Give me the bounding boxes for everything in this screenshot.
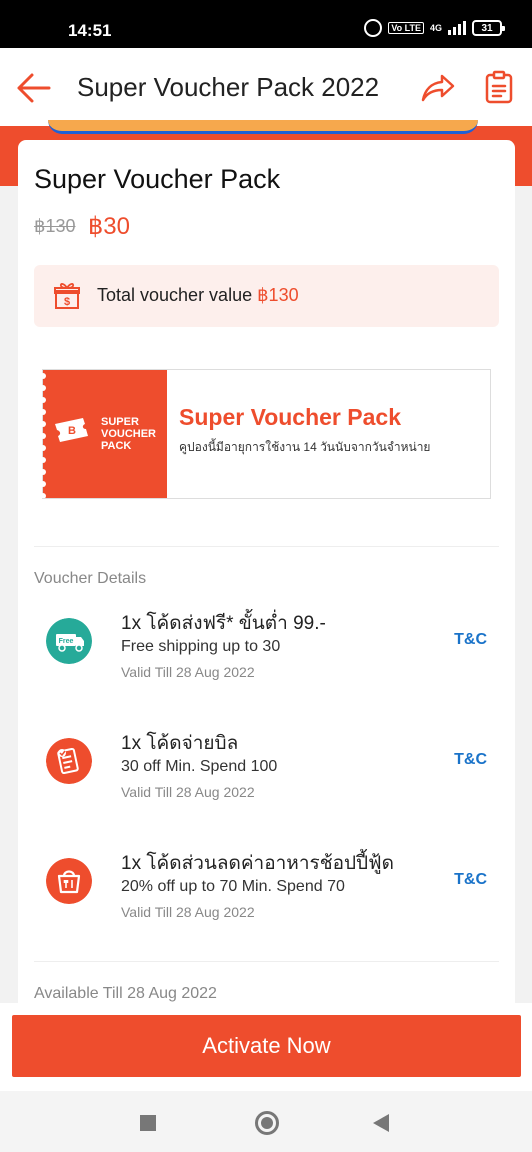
voucher-details-heading: Voucher Details [34,570,147,587]
food-delivery-icon [46,858,92,904]
voucher-item-food: 1x โค้ดส่วนลดค่าอาหารช้อปปี้ฟู้ด 20% off… [34,848,499,948]
total-value-label: Total voucher value [97,285,253,305]
tnc-link[interactable]: T&C [454,631,487,649]
promo-brand-text: SUPER VOUCHER PACK [101,416,156,452]
total-value-box: $ Total voucher value ฿130 [34,265,499,327]
total-value-text: Total voucher value ฿130 [97,285,299,306]
voucher-item-bill-payment: 1x โค้ดจ่ายบิล 30 off Min. Spend 100 Val… [34,728,499,828]
back-arrow-icon[interactable] [16,72,52,104]
status-time: 14:51 [68,21,112,40]
voucher-valid-date: Valid Till 28 Aug 2022 [121,784,255,800]
battery-level: 31 [481,22,493,34]
voucher-ticket-icon: B [55,418,88,442]
back-triangle-icon[interactable] [373,1114,389,1132]
voucher-pack-card: Super Voucher Pack ฿130 ฿30 $ Total vouc… [18,140,515,1010]
promo-subtitle: คูปองนี้มีอายุการใช้งาน 14 วันนับจากวันจ… [179,440,431,454]
svg-text:$: $ [64,296,70,308]
tnc-link[interactable]: T&C [454,751,487,769]
voucher-title: 1x โค้ดจ่ายบิล [121,733,239,754]
perforated-edge [40,373,46,498]
bill-payment-icon [46,738,92,784]
gift-icon: $ [54,283,80,309]
sale-price: ฿30 [88,213,130,240]
signal-icon [448,21,466,35]
share-icon[interactable] [420,72,456,104]
voucher-title: 1x โค้ดส่วนลดค่าอาหารช้อปปี้ฟู้ด [121,853,394,874]
voucher-title: 1x โค้ดส่งฟรี* ขั้นต่ำ 99.- [121,613,326,634]
status-bar: 14:51 Vo LTE 4G 31 [0,0,532,48]
pack-name: Super Voucher Pack [34,164,281,194]
recent-apps-icon[interactable] [140,1115,156,1131]
divider [34,546,499,547]
brand-line-2: VOUCHER [101,428,157,440]
voucher-description: Free shipping up to 30 [121,638,281,655]
total-value-amount: ฿130 [257,285,299,305]
promo-banner: B SUPER VOUCHER PACK Super Voucher Pack … [40,369,491,499]
activate-now-button[interactable]: Activate Now [12,1015,521,1077]
promo-banner-logo-panel: B SUPER VOUCHER PACK [40,370,167,498]
voucher-valid-date: Valid Till 28 Aug 2022 [121,664,255,680]
promo-title: Super Voucher Pack [179,404,401,430]
clipboard-icon[interactable] [484,70,514,104]
voucher-description: 20% off up to 70 Min. Spend 70 [121,878,345,895]
banner-decoration [48,120,478,134]
voucher-description: 30 off Min. Spend 100 [121,758,278,775]
free-shipping-truck-icon: Free [46,618,92,664]
voucher-valid-date: Valid Till 28 Aug 2022 [121,904,255,920]
network-type: 4G [429,23,442,33]
battery-icon: 31 [472,20,505,36]
voucher-item-free-shipping: Free 1x โค้ดส่งฟรี* ขั้นต่ำ 99.- Free sh… [34,608,499,708]
free-badge: Free [59,638,74,645]
brand-line-1: SUPER [101,416,139,428]
tnc-link[interactable]: T&C [454,871,487,889]
ticket-letter: B [68,425,76,437]
bottom-action-bar: Activate Now [0,1003,532,1152]
divider [34,961,499,962]
original-price: ฿130 [34,216,76,236]
brand-line-3: PACK [101,440,132,452]
alarm-icon [364,19,383,37]
system-nav-bar [0,1091,532,1152]
page-title: Super Voucher Pack 2022 [77,72,380,102]
available-till-text: Available Till 28 Aug 2022 [34,985,217,1002]
status-icons: Vo LTE 4G 31 [364,19,505,37]
volte-icon: Vo LTE [388,22,424,34]
app-header: Super Voucher Pack 2022 [0,48,532,128]
home-icon[interactable] [255,1111,279,1135]
